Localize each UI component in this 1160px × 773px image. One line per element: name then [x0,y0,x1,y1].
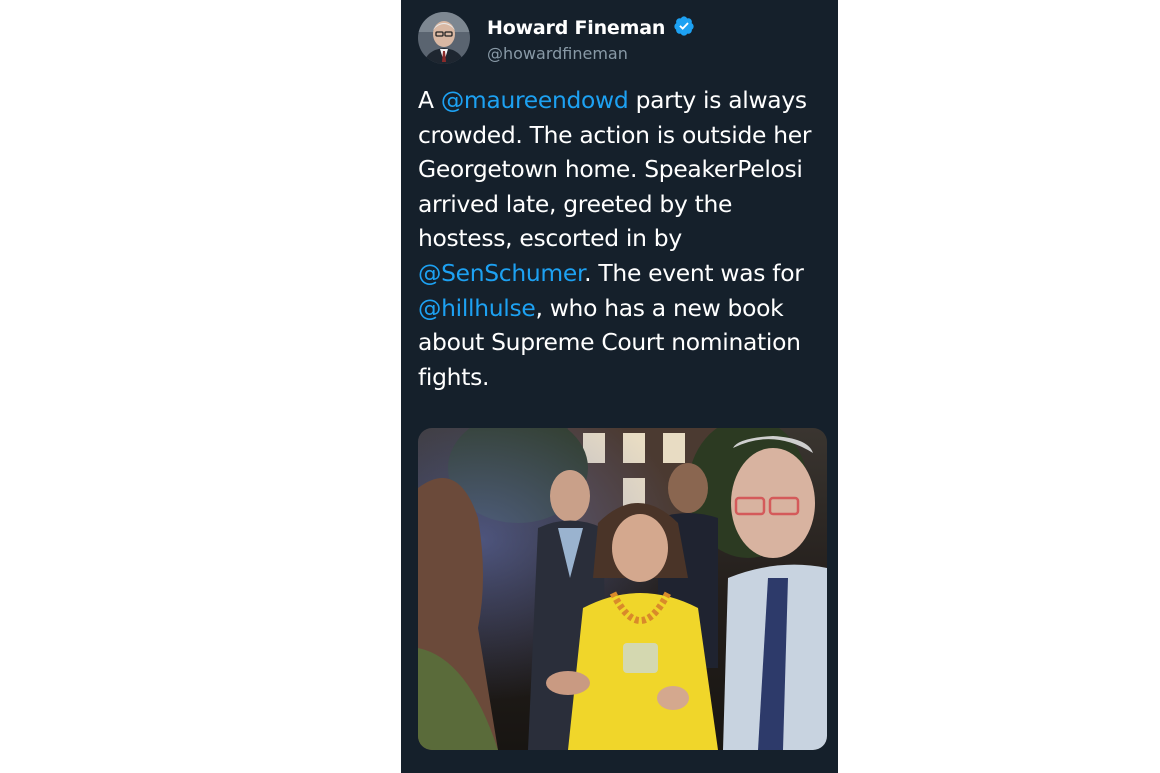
tweet-text-segment: party is always [628,86,808,114]
author-display-name[interactable]: Howard Fineman [487,14,695,42]
screenshot-stage: Howard Fineman @howardfineman A @maureen… [0,0,1160,773]
tweet-text-line: @SenSchumer. The event was for [418,256,833,291]
tweet-text-line: fights. [418,360,833,395]
avatar-image [418,12,470,64]
tweet-text-line: @hillhulse, who has a new book [418,291,833,326]
mention-link[interactable]: @SenSchumer [418,259,584,287]
mention-link[interactable]: @maureendowd [441,86,629,114]
tweet-text-segment: Georgetown home. SpeakerPelosi [418,155,803,184]
tweet-text-segment: hostess, escorted in by [418,224,682,253]
avatar[interactable] [418,12,470,64]
tweet-text: A @maureendowd party is always crowded. T… [418,83,833,394]
tweet-photo[interactable] [418,428,827,750]
tweet-text-line: A @maureendowd party is always [418,83,833,118]
tweet-text-line: Georgetown home. SpeakerPelosi [418,152,833,187]
author-handle[interactable]: @howardfineman [487,44,628,63]
tweet-text-segment: arrived late, greeted by the [418,189,733,218]
tweet-text-line: arrived late, greeted by the [418,187,833,222]
tweet-text-line: crowded. The action is outside her [418,118,833,153]
author-name-text: Howard Fineman [487,17,666,39]
tweet-text-segment: crowded. The action is outside her [418,120,812,149]
verified-badge-icon [673,15,695,41]
tweet-text-segment: A [418,86,441,114]
tweet-text-segment: , who has a new book [535,293,784,322]
tweet-text-line: about Supreme Court nomination [418,325,833,360]
tweet-text-segment: . The event was for [584,258,804,287]
tweet-text-segment: about Supreme Court nomination [418,328,801,357]
tweet-photo-image [418,428,827,750]
tweet-text-line: hostess, escorted in by [418,221,833,256]
tweet-text-segment: fights. [418,362,490,391]
mention-link[interactable]: @hillhulse [418,294,536,322]
